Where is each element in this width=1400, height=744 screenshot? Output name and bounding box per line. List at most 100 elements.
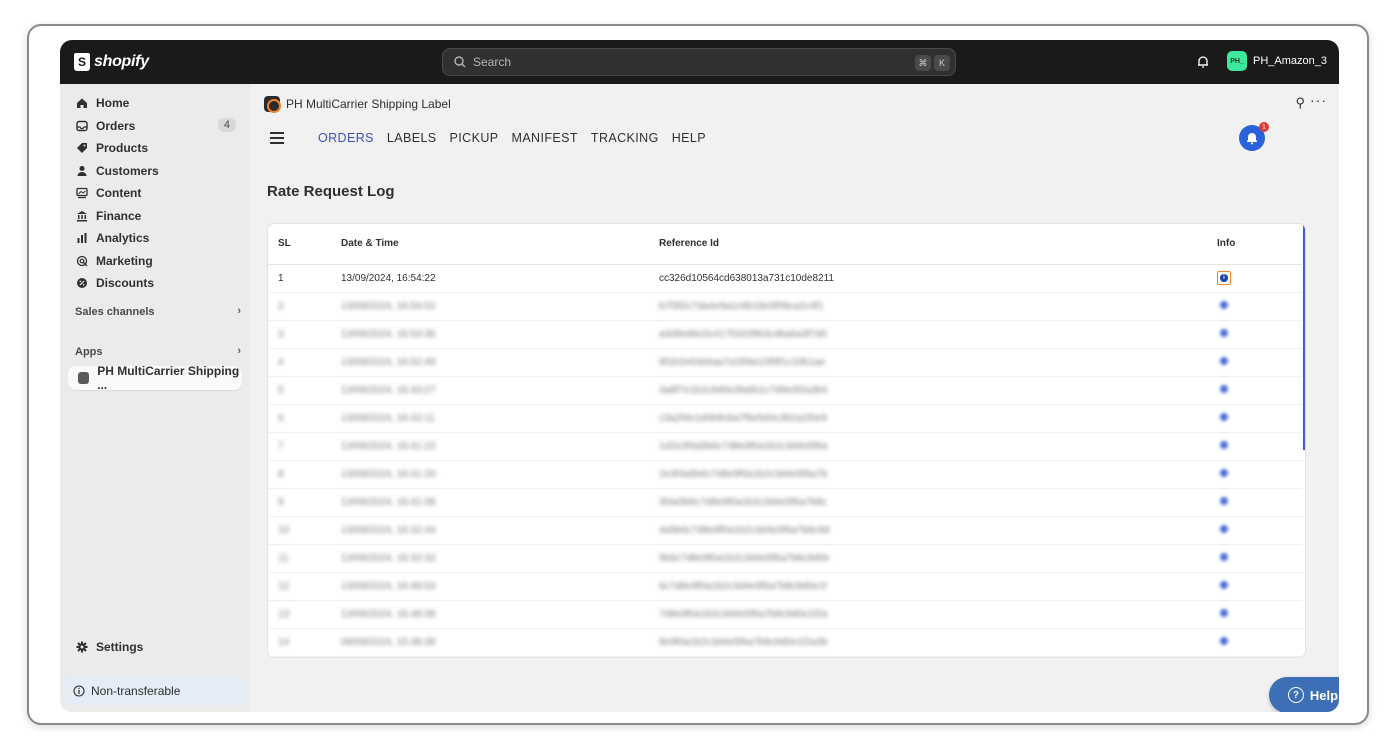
- info-icon[interactable]: [1220, 328, 1228, 337]
- table-row: 6 13/09/2024, 16:42:11 c3a2f4e1d0b9c8a7f6e…: [268, 404, 1302, 433]
- cell-datetime: 13/09/2024, 16:48:53: [341, 572, 659, 601]
- cell-info: [1209, 628, 1302, 657]
- table-row: 1 13/09/2024, 16:54:22 cc326d10564cd6380…: [268, 264, 1302, 293]
- table-row: 7 13/09/2024, 16:41:22 1d2e3f4a5b6c7d8e9f0…: [268, 432, 1302, 461]
- cell-sl: 3: [268, 320, 341, 349]
- sidebar-item-marketing[interactable]: Marketing: [68, 250, 242, 272]
- search-placeholder: Search: [473, 55, 512, 69]
- info-icon[interactable]: [1220, 552, 1228, 561]
- sidebar-item-home[interactable]: Home: [68, 92, 242, 114]
- info-icon[interactable]: [1220, 608, 1228, 617]
- sidebar-item-orders[interactable]: Orders 4: [68, 115, 242, 137]
- cell-info: [1209, 460, 1302, 489]
- cell-sl: 12: [268, 572, 341, 601]
- cell-datetime: 13/09/2024, 16:42:11: [341, 404, 659, 433]
- info-icon[interactable]: [1220, 468, 1228, 477]
- cell-reference: 4a5b6c7d8e9f0a1b2c3d4e5f6a7b8c9d: [659, 516, 1209, 545]
- cell-info: [1209, 516, 1302, 545]
- sidebar-item-settings[interactable]: Settings: [68, 636, 242, 658]
- info-icon[interactable]: [1220, 440, 1228, 449]
- table-row: 13 13/09/2024, 16:48:39 7d8e9f0a1b2c3d4e5f…: [268, 600, 1302, 629]
- sidebar-item-customers[interactable]: Customers: [68, 160, 242, 182]
- cell-sl: 2: [268, 292, 341, 321]
- cell-reference: a3d9e6bc0c417f2d1f9b3c4ba6a3f7d0: [659, 320, 1209, 349]
- cell-reference: 2e3f4a5b6c7d8e9f0a1b2c3d4e5f6a7b: [659, 460, 1209, 489]
- bell-icon[interactable]: [1196, 55, 1210, 69]
- tab-manifest[interactable]: MANIFEST: [512, 131, 578, 145]
- info-icon[interactable]: [1220, 496, 1228, 505]
- gear-icon: [76, 641, 88, 653]
- apps-label: Apps: [75, 346, 103, 358]
- pin-icon[interactable]: ⚲: [1295, 95, 1305, 111]
- cell-datetime: 13/09/2024, 16:54:22: [341, 264, 659, 293]
- cell-sl: 11: [268, 544, 341, 573]
- table-row: 12 13/09/2024, 16:48:53 6c7d8e9f0a1b2c3d4e…: [268, 572, 1302, 601]
- tab-tracking[interactable]: TRACKING: [591, 131, 659, 145]
- rate-request-table: SL Date & Time Reference Id Info 1 13/09…: [268, 224, 1302, 657]
- cell-reference: 6c7d8e9f0a1b2c3d4e5f6a7b8c9d0e1f: [659, 572, 1209, 601]
- info-icon[interactable]: [1220, 524, 1228, 533]
- table-row: 2 13/09/2024, 16:54:02 b7f3f2c7da4e9a1c6b1…: [268, 292, 1302, 321]
- app-icon: [78, 372, 90, 384]
- sidebar: Home Orders 4 Products Customers Content…: [60, 84, 250, 712]
- search-input[interactable]: Search ⌘ K: [442, 48, 956, 76]
- info-icon[interactable]: [1220, 580, 1228, 589]
- apps-section[interactable]: Apps ›: [75, 345, 241, 358]
- content-icon: [76, 187, 88, 199]
- info-icon[interactable]: [1220, 412, 1228, 421]
- inbox-icon: [76, 120, 88, 132]
- sidebar-item-label: Marketing: [96, 254, 153, 268]
- cell-datetime: 13/09/2024, 16:43:27: [341, 376, 659, 405]
- tab-orders[interactable]: ORDERS: [318, 131, 374, 145]
- rate-request-table-card: SL Date & Time Reference Id Info 1 13/09…: [268, 224, 1305, 657]
- brand-name: shopify: [94, 53, 149, 70]
- info-icon: [73, 685, 85, 697]
- cell-reference: 4a8f7e1b2c9d0e3fa6b1c7d9e0f2a3b4: [659, 376, 1209, 405]
- cell-datetime: 13/09/2024, 16:32:32: [341, 544, 659, 573]
- sidebar-item-finance[interactable]: Finance: [68, 205, 242, 227]
- command-key-hint: ⌘: [915, 55, 931, 71]
- help-label: Help: [1309, 687, 1339, 703]
- menu-icon[interactable]: [270, 132, 284, 144]
- info-icon[interactable]: [1220, 300, 1228, 309]
- help-button[interactable]: ? Help: [1269, 677, 1339, 712]
- column-header-reference: Reference Id: [659, 224, 1209, 265]
- sidebar-item-label: Finance: [96, 209, 142, 223]
- cell-info: [1209, 292, 1302, 321]
- cell-reference: 7d8e9f0a1b2c3d4e5f6a7b8c9d0e1f2a: [659, 600, 1209, 629]
- non-transferable-label: Non-transferable: [91, 684, 181, 698]
- cell-datetime: 13/09/2024, 16:54:02: [341, 292, 659, 321]
- info-icon[interactable]: [1220, 384, 1228, 393]
- sidebar-item-products[interactable]: Products: [68, 137, 242, 159]
- info-button[interactable]: i: [1217, 271, 1231, 285]
- sidebar-item-analytics[interactable]: Analytics: [68, 227, 242, 249]
- cell-sl: 10: [268, 516, 341, 545]
- tab-help[interactable]: HELP: [672, 131, 706, 145]
- app-item-label: PH MultiCarrier Shipping ...: [97, 364, 240, 392]
- sidebar-item-discounts[interactable]: Discounts: [68, 272, 242, 294]
- person-icon: [76, 165, 88, 177]
- info-icon[interactable]: [1220, 356, 1228, 365]
- sales-channels-section[interactable]: Sales channels ›: [75, 305, 241, 318]
- notification-count-badge: 1: [1259, 122, 1269, 132]
- non-transferable-banner[interactable]: Non-transferable: [65, 677, 245, 705]
- sidebar-item-content[interactable]: Content: [68, 182, 242, 204]
- cell-sl: 13: [268, 600, 341, 629]
- info-icon: i: [1220, 274, 1228, 282]
- sidebar-item-ph-multicarrier[interactable]: PH MultiCarrier Shipping ...: [68, 364, 242, 392]
- info-icon[interactable]: [1220, 636, 1228, 645]
- table-scrollbar[interactable]: [1303, 224, 1305, 450]
- cell-sl: 4: [268, 348, 341, 377]
- bar-chart-icon: [76, 232, 88, 244]
- more-options-icon[interactable]: ···: [1310, 92, 1327, 108]
- cell-sl: 5: [268, 376, 341, 405]
- sales-channels-label: Sales channels: [75, 306, 155, 318]
- cell-reference: 5b6c7d8e9f0a1b2c3d4e5f6a7b8c9d0e: [659, 544, 1209, 573]
- cell-info: i: [1209, 264, 1302, 293]
- tab-pickup[interactable]: PICKUP: [450, 131, 499, 145]
- tab-labels[interactable]: LABELS: [387, 131, 437, 145]
- store-switcher[interactable]: PH_ PH_Amazon_3: [1227, 51, 1327, 71]
- shopify-logo[interactable]: shopify: [74, 52, 149, 72]
- cell-datetime: 13/09/2024, 16:32:44: [341, 516, 659, 545]
- cell-info: [1209, 544, 1302, 573]
